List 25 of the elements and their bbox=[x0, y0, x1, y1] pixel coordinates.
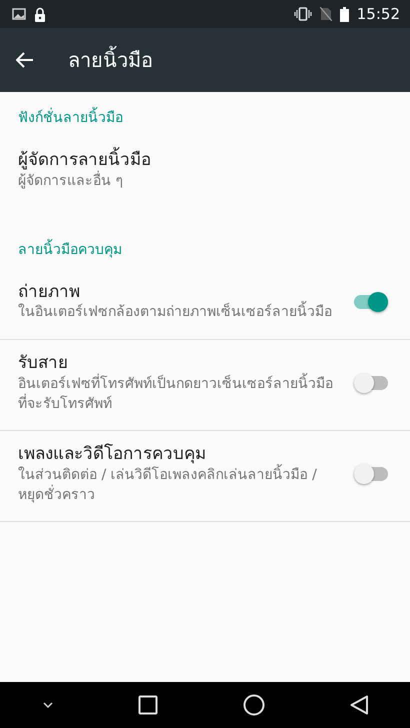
setting-summary: ในส่วนติดต่อ / เล่นวิดีโอเพลงคลิกเล่นลายนิ้วมือ / หยุดชั่วคราว bbox=[18, 466, 338, 506]
toggle-switch[interactable] bbox=[354, 467, 388, 482]
back-arrow-icon[interactable] bbox=[16, 52, 34, 68]
clock: 15:52 bbox=[356, 4, 400, 25]
section-header: ลายนิ้วมือควบคุม bbox=[0, 224, 410, 269]
switch-thumb[interactable] bbox=[368, 292, 388, 312]
page-title: ลายนิ้วมือ bbox=[68, 45, 153, 75]
setting-summary: ผู้จัดการและอื่น ๆ bbox=[18, 172, 124, 191]
switch-thumb[interactable] bbox=[354, 373, 374, 394]
chevron-down-icon[interactable] bbox=[42, 702, 52, 708]
toggle-switch[interactable] bbox=[354, 376, 388, 390]
section-header: ฟังก์ชั่นลายนิ้วมือ bbox=[0, 92, 410, 137]
no-sim-icon bbox=[320, 7, 332, 21]
circle-icon[interactable] bbox=[242, 694, 264, 716]
setting-summary: อินเตอร์เฟซที่โทรศัพท์เป็นกดยาวเซ็นเซอร์ลายนิ้วมือที่จะรับโทรศัพท์ bbox=[18, 375, 338, 414]
image-icon bbox=[12, 8, 26, 20]
toggle-switch[interactable] bbox=[354, 294, 388, 309]
square-icon[interactable] bbox=[138, 695, 158, 715]
setting-title[interactable]: ผู้จัดการลายนิ้วมือ bbox=[18, 149, 376, 172]
vibrate-icon bbox=[294, 7, 312, 21]
lock-icon bbox=[34, 6, 46, 22]
setting-summary: ในอินเตอร์เฟซกล้องตามถ่ายภาพเซ็นเซอร์ลายนิ้วมือ bbox=[18, 303, 338, 324]
switch-thumb[interactable] bbox=[354, 464, 374, 484]
battery-icon bbox=[340, 6, 349, 22]
back-triangle-icon[interactable] bbox=[350, 695, 368, 715]
